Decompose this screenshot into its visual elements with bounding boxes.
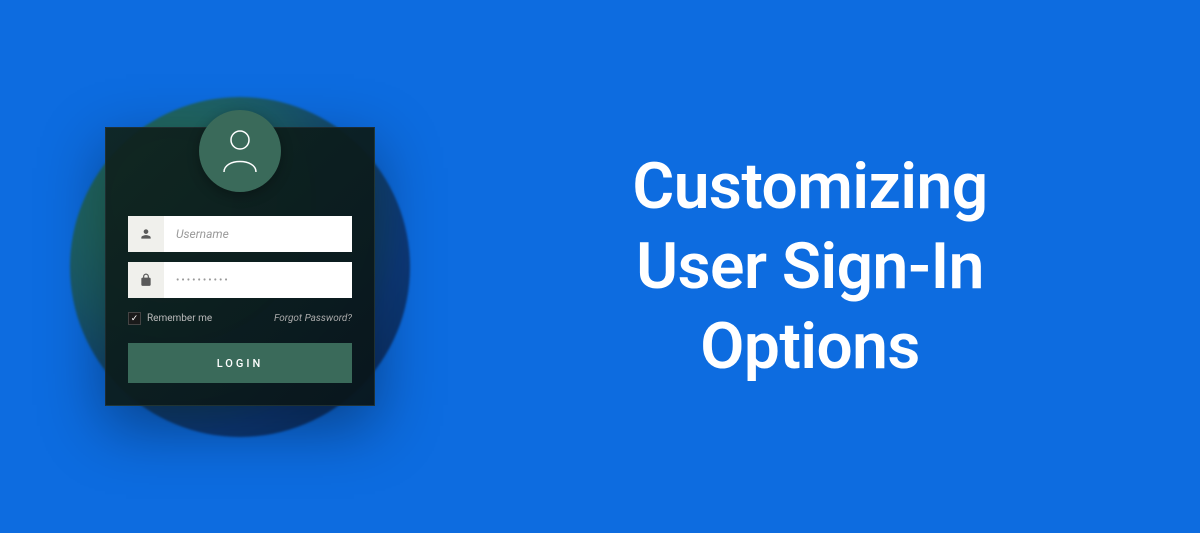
page-heading: Customizing User Sign-In Options	[480, 147, 1200, 387]
heading-line-1: Customizing	[480, 147, 1140, 227]
username-icon-box	[128, 216, 164, 252]
remember-label: Remember me	[147, 313, 212, 324]
login-card: •••••••••• ✓ Remember me Forgot Password…	[105, 127, 375, 406]
heading-line-3: Options	[480, 307, 1140, 387]
password-icon-box	[128, 262, 164, 298]
avatar-circle	[199, 110, 281, 192]
username-row	[128, 216, 352, 252]
remember-me-checkbox[interactable]: ✓ Remember me	[128, 312, 212, 325]
password-row: ••••••••••	[128, 262, 352, 298]
lock-icon	[139, 273, 153, 287]
user-icon	[220, 128, 260, 174]
login-illustration: •••••••••• ✓ Remember me Forgot Password…	[0, 0, 480, 533]
username-input[interactable]	[164, 216, 352, 252]
forgot-password-link[interactable]: Forgot Password?	[274, 313, 352, 324]
password-input[interactable]: ••••••••••	[164, 262, 352, 298]
checkbox-box: ✓	[128, 312, 141, 325]
person-icon	[139, 227, 153, 241]
login-button[interactable]: LOGIN	[128, 343, 352, 383]
form-options-row: ✓ Remember me Forgot Password?	[128, 312, 352, 325]
heading-line-2: User Sign-In	[480, 227, 1140, 307]
